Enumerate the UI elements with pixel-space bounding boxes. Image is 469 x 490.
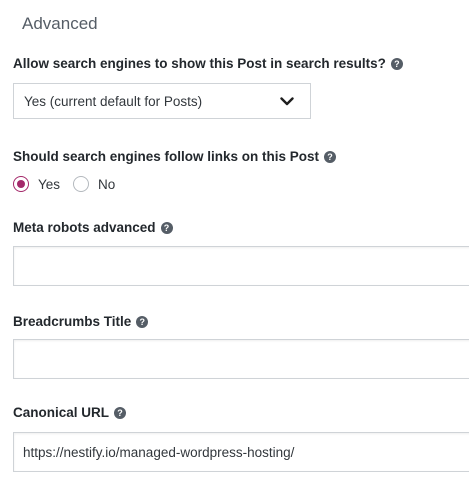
- follow-links-yes-label: Yes: [38, 176, 61, 192]
- follow-links-radio-group: Yes No: [13, 174, 128, 194]
- follow-links-yes-radio[interactable]: [13, 176, 29, 192]
- breadcrumbs-title-label: Breadcrumbs Title: [13, 314, 132, 329]
- search-visibility-label: Allow search engines to show this Post i…: [13, 56, 386, 71]
- follow-links-no-option[interactable]: No: [73, 176, 115, 192]
- follow-links-label-row: Should search engines follow links on th…: [13, 149, 337, 164]
- help-icon[interactable]: ?: [390, 57, 403, 70]
- help-icon[interactable]: ?: [160, 221, 173, 234]
- meta-robots-label-row: Meta robots advanced ?: [13, 220, 173, 235]
- section-title: Advanced: [22, 14, 98, 33]
- canonical-url-input[interactable]: [13, 432, 469, 472]
- chevron-down-icon: [276, 90, 298, 112]
- follow-links-no-radio[interactable]: [73, 176, 90, 192]
- canonical-url-label-row: Canonical URL ?: [13, 405, 127, 420]
- breadcrumbs-title-input[interactable]: [13, 339, 469, 379]
- canonical-url-label: Canonical URL: [13, 405, 110, 420]
- help-icon[interactable]: ?: [136, 315, 149, 328]
- follow-links-label: Should search engines follow links on th…: [13, 149, 320, 164]
- search-visibility-selected-value: Yes (current default for Posts): [24, 93, 203, 109]
- search-visibility-select[interactable]: Yes (current default for Posts): [13, 83, 311, 119]
- breadcrumbs-title-label-row: Breadcrumbs Title ?: [13, 314, 149, 329]
- search-visibility-label-row: Allow search engines to show this Post i…: [13, 56, 403, 71]
- meta-robots-label: Meta robots advanced: [13, 220, 156, 235]
- follow-links-no-label: No: [98, 176, 116, 192]
- advanced-settings-panel: Advanced Allow search engines to show th…: [0, 0, 469, 490]
- follow-links-yes-option[interactable]: Yes: [13, 176, 60, 192]
- help-icon[interactable]: ?: [114, 406, 127, 419]
- help-icon[interactable]: ?: [324, 150, 337, 163]
- meta-robots-input[interactable]: [13, 246, 469, 286]
